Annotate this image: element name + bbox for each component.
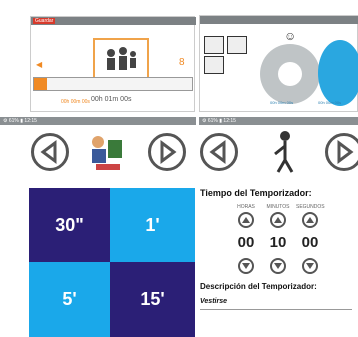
status-bar <box>200 16 358 24</box>
seconds-down-button[interactable] <box>302 258 318 274</box>
tile-label: 5' <box>62 289 77 309</box>
people-pictogram-icon <box>107 47 136 70</box>
top-right-screen: ☺ 00h 00m 00s 00h 00m 00s <box>199 15 358 112</box>
minutes-down-button[interactable] <box>270 258 286 274</box>
hours-up-button[interactable] <box>238 212 254 228</box>
previous-icon <box>40 140 57 164</box>
picture-thumb-2[interactable] <box>227 36 247 54</box>
previous-button[interactable] <box>31 133 69 171</box>
pie-total-text: 00h 00m 00s <box>318 100 342 105</box>
pie-remaining-text: 00h 00m 00s <box>270 100 294 105</box>
target-text: 00h 01m 00s <box>91 96 132 103</box>
tile-5m[interactable]: 5' <box>29 262 110 337</box>
next-icon <box>160 140 177 164</box>
next-icon <box>337 140 354 164</box>
elapsed-text: 00h 00m 00s <box>61 99 90 105</box>
dressing-pictogram-icon <box>86 132 126 176</box>
next-button[interactable] <box>148 133 186 171</box>
description-title: Descripción del Temporizador: <box>200 282 317 291</box>
pie-chart-right <box>318 40 358 106</box>
progress-track <box>33 77 193 91</box>
hours-label: HORAS <box>237 204 255 210</box>
close-badge[interactable]: Guardar <box>33 18 56 24</box>
previous-icon <box>209 140 226 164</box>
timer-title: Tiempo del Temporizador: <box>200 188 312 198</box>
seconds-value: 00 <box>301 234 319 251</box>
status-bar-left: ⚙ 61% ▮ 12:15 <box>0 117 196 125</box>
tile-label: 1' <box>145 214 160 235</box>
description-field[interactable]: Vestirse <box>200 294 352 310</box>
minutes-label: MINUTOS <box>266 204 290 210</box>
person-pictogram-icon <box>270 130 300 176</box>
status-bar-right: ⚙ 61% ▮ 12:15 <box>199 117 358 125</box>
tile-label: 15' <box>140 289 165 309</box>
minutes-up-button[interactable] <box>270 212 286 228</box>
seconds-label: SEGUNDOS <box>296 204 325 210</box>
previous-button-right[interactable] <box>200 133 238 171</box>
top-left-screen: Guardar ◀ 8 00h 00m 00s 00h 01m 00s <box>30 16 196 112</box>
tile-label: 30" <box>55 214 84 235</box>
hours-down-button[interactable] <box>238 258 254 274</box>
counter-value: 8 <box>179 57 185 68</box>
progress-fill <box>34 78 47 90</box>
seconds-up-button[interactable] <box>302 212 318 228</box>
tile-15m[interactable]: 15' <box>110 262 195 337</box>
picture-thumb-1[interactable] <box>204 36 224 54</box>
status-bar <box>31 17 196 25</box>
next-button-right[interactable] <box>325 133 358 171</box>
pictogram-frame[interactable] <box>93 38 149 82</box>
speaker-icon[interactable]: ◀ <box>36 60 42 69</box>
tile-1m[interactable]: 1' <box>110 188 195 262</box>
face-icon: ☺ <box>284 29 297 43</box>
tile-30s[interactable]: 30" <box>29 188 110 262</box>
timer-panel: Tiempo del Temporizador: HORAS MINUTOS S… <box>198 188 358 337</box>
hours-value: 00 <box>237 234 255 251</box>
minutes-value: 10 <box>269 234 287 251</box>
picture-thumb-3[interactable] <box>204 56 224 74</box>
pie-chart-left <box>260 44 320 104</box>
